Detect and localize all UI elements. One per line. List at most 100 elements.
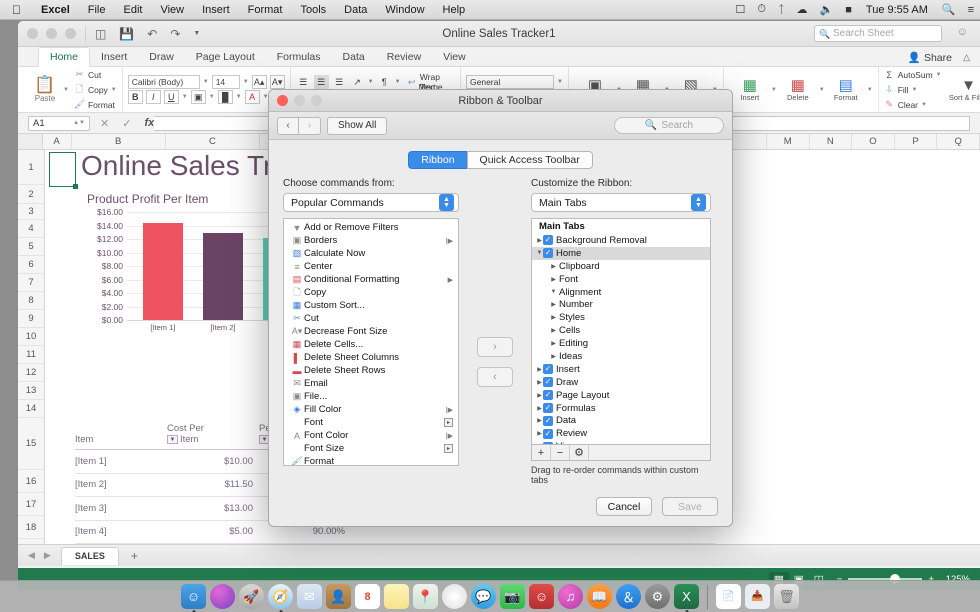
checkbox-checked-icon[interactable]: ✓ <box>543 416 553 426</box>
command-delete-cells[interactable]: ▦ Delete Cells... <box>284 338 458 351</box>
row-header-13[interactable]: 13 <box>18 382 44 400</box>
ibooks-icon[interactable]: 📖 <box>587 584 612 609</box>
tab-view[interactable]: View <box>432 48 477 66</box>
paste-dropdown-icon[interactable]: ▼ <box>63 87 69 93</box>
font-color-icon[interactable]: A <box>245 90 260 104</box>
close-button[interactable] <box>27 28 38 39</box>
row-header-1[interactable]: 1 <box>18 150 44 185</box>
borders-dropdown-icon[interactable]: ▼ <box>209 94 215 100</box>
tree-item-ideas[interactable]: ▶ Ideas <box>532 350 710 363</box>
segment-ribbon[interactable]: Ribbon <box>408 151 466 169</box>
photos-icon[interactable]: ❄ <box>442 584 467 609</box>
tree-item-review[interactable]: ▶ ✓ Review <box>532 427 710 440</box>
menu-item-tools[interactable]: Tools <box>291 4 335 16</box>
mail-icon[interactable]: ✉ <box>297 584 322 609</box>
siri-icon[interactable] <box>210 584 235 609</box>
text-direction-icon[interactable]: ¶ <box>377 75 392 89</box>
show-all-button[interactable]: Show All <box>327 117 387 135</box>
itunes-icon[interactable]: ♫ <box>558 584 583 609</box>
chevron-right-icon[interactable]: ▶ <box>548 301 559 308</box>
format-cells-dropdown-icon[interactable]: ▼ <box>867 87 873 93</box>
column-header-a[interactable]: A <box>43 134 72 149</box>
tree-item-number[interactable]: ▶ Number <box>532 298 710 311</box>
ribbon-toolbar-dialog[interactable]: Ribbon & Toolbar ‹ › Show All 🔍 Search R… <box>268 89 733 527</box>
filter-dropdown-icon[interactable]: ▼ <box>167 435 178 444</box>
trash-icon[interactable]: 🗑 <box>774 584 799 609</box>
tab-home[interactable]: Home <box>38 47 90 67</box>
fill-color-icon[interactable]: █ <box>218 90 233 104</box>
menu-item-format[interactable]: Format <box>239 4 292 16</box>
column-header-c[interactable]: C <box>166 134 260 149</box>
underline-button[interactable]: U <box>164 90 179 104</box>
clear-button[interactable]: ✎ Clear ▼ <box>884 98 942 111</box>
row-header-6[interactable]: 6 <box>18 256 44 274</box>
chevron-right-icon[interactable]: ▶ <box>532 430 543 437</box>
row-header-8[interactable]: 8 <box>18 292 44 310</box>
facetime-icon[interactable]: 📷 <box>500 584 525 609</box>
search-icon[interactable]: 🔍 <box>936 3 962 16</box>
command-borders[interactable]: ▣ Borders |▶ <box>284 234 458 247</box>
remove-tab-button[interactable]: − <box>551 445 570 460</box>
system-preferences-icon[interactable]: ⚙ <box>645 584 670 609</box>
tab-data[interactable]: Data <box>332 48 376 66</box>
command-calculate-now[interactable]: ▧ Calculate Now <box>284 247 458 260</box>
tree-item-page-layout[interactable]: ▶ ✓ Page Layout <box>532 389 710 402</box>
airplay-icon[interactable]: ☐ <box>729 3 751 16</box>
row-header-10[interactable]: 10 <box>18 328 44 346</box>
excel-icon[interactable]: X <box>674 584 699 609</box>
fill-handle[interactable] <box>73 184 78 189</box>
apple-logo-icon[interactable]:  <box>0 3 32 17</box>
command-copy[interactable]: 🗋 Copy <box>284 286 458 299</box>
insert-function-icon[interactable]: fx <box>144 117 154 130</box>
text-direction-dropdown-icon[interactable]: ▼ <box>395 79 401 85</box>
tree-item-view[interactable]: ▶ ✓ View <box>532 440 710 445</box>
align-middle-icon[interactable]: ☰ <box>314 75 329 89</box>
add-command-button[interactable]: › <box>477 337 513 357</box>
wifi-icon[interactable]: ☁ <box>791 3 814 16</box>
document-icon[interactable]: 📄 <box>716 584 741 609</box>
menu-item-insert[interactable]: Insert <box>193 4 239 16</box>
increase-font-size-button[interactable]: A▴ <box>252 75 267 89</box>
messages-icon[interactable]: 💬 <box>471 584 496 609</box>
chevron-right-icon[interactable]: ▶ <box>548 327 559 334</box>
notes-icon[interactable] <box>384 584 409 609</box>
row-header-5[interactable]: 5 <box>18 238 44 256</box>
chevron-right-icon[interactable]: ▶ <box>532 366 543 373</box>
autosum-dropdown-icon[interactable]: ▼ <box>936 72 942 78</box>
checkbox-checked-icon[interactable]: ✓ <box>543 377 553 387</box>
row-header-12[interactable]: 12 <box>18 364 44 382</box>
column-header-q[interactable]: Q <box>937 134 980 149</box>
split-arrow-icon[interactable]: |▶ <box>446 406 458 414</box>
command-fill-color[interactable]: ◈ Fill Color |▶ <box>284 403 458 416</box>
combo-box-icon[interactable]: ▸ <box>444 444 458 453</box>
font-name-dropdown-icon[interactable]: ▼ <box>203 79 209 85</box>
command-decrease-font-size[interactable]: A▾ Decrease Font Size <box>284 325 458 338</box>
command-font[interactable]: Font ▸ <box>284 416 458 429</box>
cancel-formula-icon[interactable]: ✕ <box>100 117 109 130</box>
feedback-icon[interactable]: ☺ <box>957 26 968 38</box>
notification-center-icon[interactable]: ≡ <box>962 4 980 16</box>
sheet-tab-sales[interactable]: SALES <box>61 547 119 565</box>
combo-box-icon[interactable]: ▸ <box>444 418 458 427</box>
format-cells-button[interactable]: ▤ Format <box>825 78 867 102</box>
active-cell-a1[interactable] <box>49 152 76 187</box>
checkbox-checked-icon[interactable]: ✓ <box>543 390 553 400</box>
command-delete-sheet-rows[interactable]: ▬ Delete Sheet Rows <box>284 364 458 377</box>
bar-item-2[interactable] <box>203 233 244 320</box>
chevron-right-icon[interactable]: ▶ <box>548 353 559 360</box>
tab-page-layout[interactable]: Page Layout <box>185 48 266 66</box>
command-file[interactable]: ▣ File... <box>284 390 458 403</box>
menu-clock[interactable]: Tue 9:55 AM <box>858 4 936 16</box>
command-delete-sheet-columns[interactable]: ▌ Delete Sheet Columns <box>284 351 458 364</box>
bluetooth-icon[interactable]: ᛏ <box>772 4 791 16</box>
column-header-b[interactable]: B <box>72 134 166 149</box>
add-sheet-button[interactable]: + <box>119 549 150 563</box>
paste-button[interactable]: 📋 Paste <box>27 76 63 103</box>
remove-command-button[interactable]: ‹ <box>477 367 513 387</box>
tree-item-styles[interactable]: ▶ Styles <box>532 311 710 324</box>
font-name-input[interactable]: Calibri (Body) <box>128 75 200 89</box>
tab-review[interactable]: Review <box>376 48 432 66</box>
app-store-icon[interactable]: ＆ <box>616 584 641 609</box>
command-font-size[interactable]: Font Size ▸ <box>284 442 458 455</box>
sidebar-toggle-icon[interactable]: ◫ <box>95 27 106 41</box>
